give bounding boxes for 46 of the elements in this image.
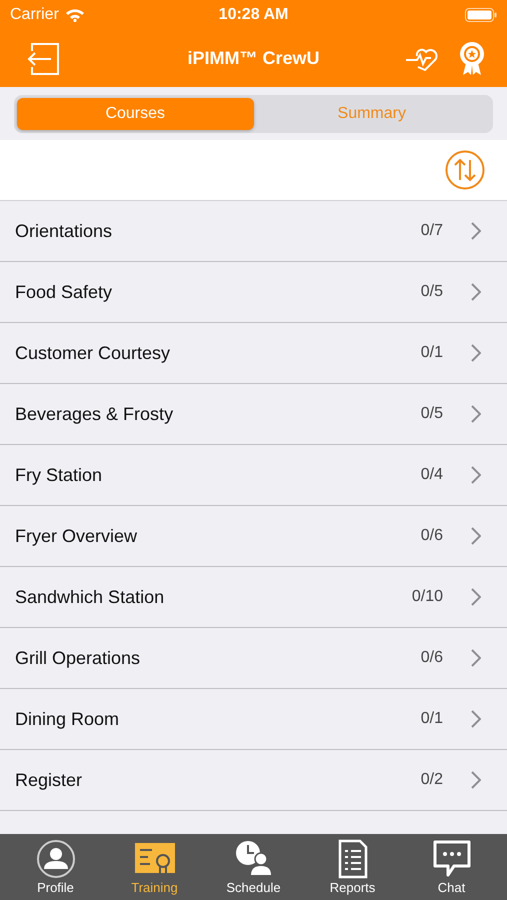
tab-bar-item[interactable]: Schedule — [204, 834, 303, 900]
chat-icon — [432, 839, 472, 879]
lesson-count: 0/1 — [420, 710, 443, 728]
tab-bar-item[interactable]: Reports — [303, 834, 402, 900]
lesson-count: 0/6 — [420, 649, 443, 667]
lesson-count: 0/2 — [420, 771, 443, 789]
chevron-icon — [471, 466, 481, 484]
chevron-icon — [471, 222, 481, 240]
tab-bar-item[interactable]: Profile — [6, 834, 105, 900]
chevron-icon — [471, 771, 481, 789]
course-name: Fry Station — [15, 464, 102, 486]
nav-title: iPIMM™ CrewU — [186, 48, 320, 69]
award-icon[interactable] — [459, 40, 485, 76]
person-icon — [36, 839, 76, 879]
chevron-icon — [471, 527, 481, 545]
lesson-count: 0/4 — [420, 466, 443, 484]
sort-icon[interactable] — [445, 150, 485, 190]
battery-icon — [465, 8, 497, 22]
lesson-count: 0/5 — [420, 283, 443, 301]
logout-icon[interactable] — [25, 40, 61, 76]
course-name: Food Safety — [15, 282, 112, 302]
course-name: Sandwhich Station — [15, 586, 164, 608]
lesson-count: 0/10 — [412, 588, 443, 606]
course-name: Register — [15, 770, 82, 790]
wifi-icon — [64, 8, 85, 22]
course-name: Dining Room — [15, 708, 120, 730]
tab-bar-item[interactable]: Chat — [402, 834, 501, 900]
lesson-count: 0/5 — [420, 405, 443, 423]
chevron-icon — [471, 405, 481, 423]
chevron-icon — [471, 710, 481, 728]
tab-bar-item[interactable]: Training — [105, 834, 204, 900]
carrier-label: Carrier — [10, 6, 59, 24]
chevron-icon — [471, 283, 481, 301]
chevron-icon — [471, 588, 481, 606]
course-name: Fryer Overview — [15, 526, 138, 546]
document-icon — [338, 839, 368, 879]
lesson-count: 0/6 — [420, 527, 443, 545]
course-name: Grill Operations — [15, 648, 140, 668]
chevron-icon — [471, 344, 481, 362]
status-time: 10:28 AM — [218, 6, 290, 24]
chevron-icon — [471, 649, 481, 667]
course-name: Customer Courtesy — [15, 342, 170, 364]
lesson-count: 0/7 — [420, 222, 443, 240]
course-name: Orientations — [15, 220, 112, 242]
course-name: Beverages & Frosty — [15, 404, 174, 424]
lesson-count: 0/1 — [420, 344, 443, 362]
